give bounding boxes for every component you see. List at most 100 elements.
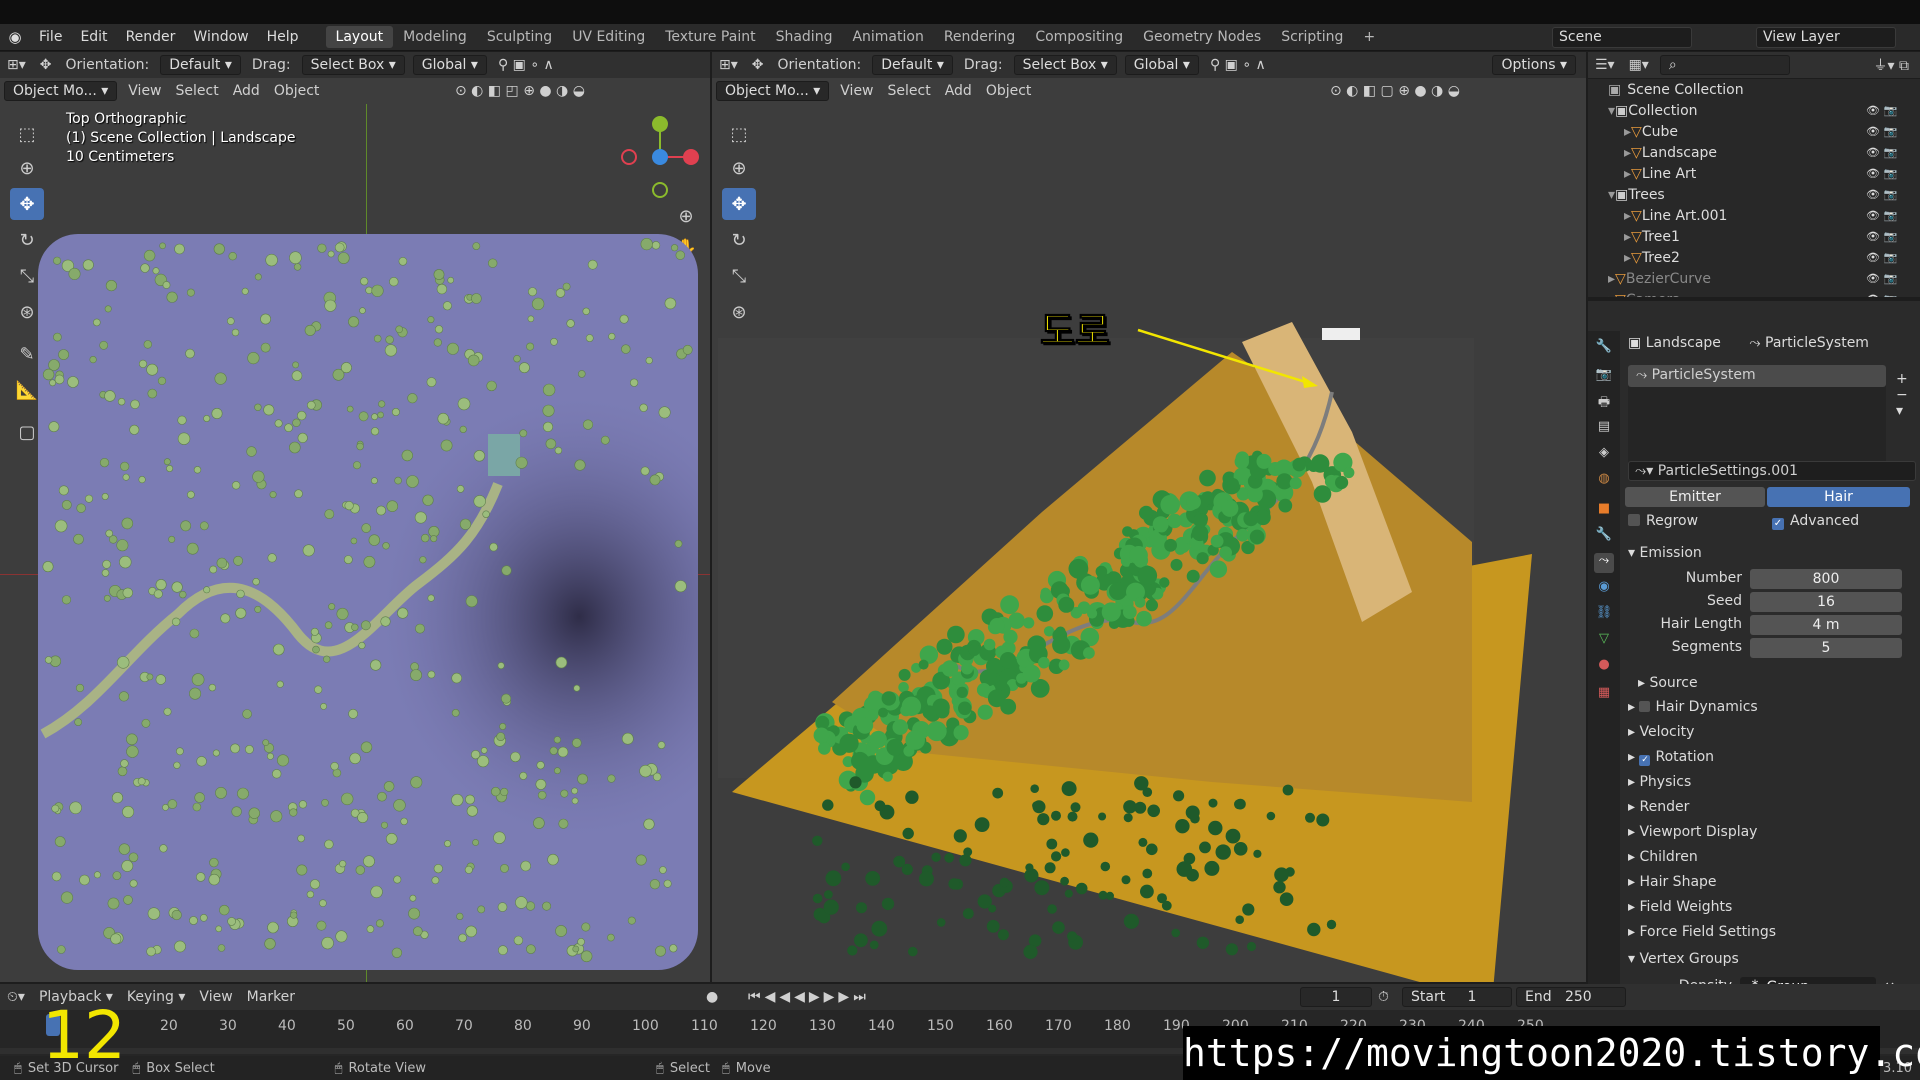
navigation-gizmo[interactable]	[615, 112, 705, 202]
menu-timeline-view[interactable]: View	[192, 989, 239, 1005]
properties-section-header[interactable]: ▸ Velocity	[1628, 724, 1694, 740]
material-tab-icon[interactable]: ●	[1594, 657, 1614, 677]
visibility-toggle-icon[interactable]: 👁 📷	[1866, 167, 1897, 180]
menu-add[interactable]: Add	[226, 83, 267, 99]
visibility-toggle-icon[interactable]: 👁 📷	[1866, 125, 1897, 138]
outliner-scene-collection[interactable]: ▣ Scene Collection	[1608, 79, 1744, 100]
properties-section-header[interactable]: ▸ Hair Shape	[1628, 874, 1717, 890]
outliner-search-field[interactable]: ⌕	[1659, 55, 1790, 75]
transform-orientation-dropdown[interactable]: Global ▾	[1124, 55, 1199, 75]
properties-section-header[interactable]: ▸ Field Weights	[1628, 899, 1732, 915]
tab-modeling[interactable]: Modeling	[393, 26, 477, 48]
move-tool-icon[interactable]: ✥	[722, 188, 756, 220]
list-add-remove-icons[interactable]: + − ▾	[1896, 371, 1908, 419]
properties-section-header[interactable]: ▸ Force Field Settings	[1628, 924, 1776, 940]
view-layer-tab-icon[interactable]: ▤	[1594, 419, 1614, 439]
tab-layout[interactable]: Layout	[325, 26, 394, 48]
expand-chevron-icon[interactable]: ▸	[1608, 271, 1615, 287]
tab-rendering[interactable]: Rendering	[934, 26, 1026, 48]
orientation-dropdown[interactable]: Default ▾	[872, 55, 953, 75]
rotate-tool-icon[interactable]: ↻	[722, 224, 756, 256]
select-box-tool-icon[interactable]: ⬚	[10, 118, 44, 150]
record-icon[interactable]: ●	[706, 989, 718, 1005]
menu-window[interactable]: Window	[184, 29, 257, 45]
tab-texture-paint[interactable]: Texture Paint	[655, 26, 765, 48]
properties-section-header[interactable]: ▸ Hair Dynamics	[1628, 699, 1758, 715]
properties-section-header[interactable]: ▸ Render	[1628, 799, 1689, 815]
right-viewport[interactable]: ⊞▾ ✥ Orientation: Default ▾ Drag: Select…	[712, 52, 1586, 982]
emission-panel-header[interactable]: ▾ Emission	[1628, 545, 1702, 561]
tab-uv-editing[interactable]: UV Editing	[562, 26, 655, 48]
menu-object[interactable]: Object	[267, 83, 327, 99]
source-subpanel-header[interactable]: ▸ Source	[1638, 675, 1698, 691]
particles-tab-icon[interactable]: ⤳	[1594, 553, 1614, 573]
outliner-row[interactable]: ▾ ▣ Collection 👁 📷	[1608, 100, 1898, 121]
left-viewport[interactable]: ⊞▾ ✥ Orientation: Default ▾ Drag: Select…	[0, 52, 710, 982]
visibility-toggle-icon[interactable]: 👁 📷	[1866, 188, 1897, 201]
menu-keying[interactable]: Keying ▾	[120, 989, 193, 1005]
data-tab-icon[interactable]: ▽	[1594, 631, 1614, 651]
outliner-row[interactable]: ▸ ▽ Tree2 👁 📷	[1624, 247, 1898, 268]
expand-chevron-icon[interactable]: ▸	[1624, 229, 1631, 245]
tab-animation[interactable]: Animation	[842, 26, 933, 48]
timeline-type-icon[interactable]: ⏲▾	[0, 989, 32, 1005]
scene-selector[interactable]: Scene	[1552, 27, 1692, 48]
scene-tab-icon[interactable]: ◈	[1594, 445, 1614, 465]
type-emitter-button[interactable]: Emitter	[1625, 487, 1765, 507]
select-box-tool-icon[interactable]: ⬚	[722, 118, 756, 150]
tab-scripting[interactable]: Scripting	[1271, 26, 1353, 48]
collapse-chevron-icon[interactable]: ▾	[1608, 187, 1615, 203]
emission-field-value[interactable]: 800	[1750, 569, 1902, 589]
add-workspace-button[interactable]: +	[1353, 26, 1385, 48]
type-hair-button[interactable]: Hair	[1767, 487, 1910, 507]
regrow-checkbox[interactable]: Regrow	[1628, 513, 1698, 529]
menu-select[interactable]: Select	[881, 83, 938, 99]
end-frame-field[interactable]: End 250	[1516, 987, 1626, 1007]
menu-edit[interactable]: Edit	[71, 29, 116, 45]
cursor-tool-icon[interactable]: ⊕	[10, 152, 44, 184]
outliner-row[interactable]: ▾ ▣ Trees 👁 📷	[1608, 184, 1898, 205]
orientation-dropdown[interactable]: Default ▾	[160, 55, 241, 75]
expand-chevron-icon[interactable]: ▸	[1608, 292, 1615, 298]
emission-field-value[interactable]: 16	[1750, 592, 1902, 612]
visibility-toggle-icon[interactable]: 👁 📷	[1866, 146, 1897, 159]
outliner-row[interactable]: ▸ ▽ Camera 👁 📷	[1608, 289, 1898, 298]
cursor-tool-icon[interactable]: ⊕	[722, 152, 756, 184]
modifier-tab-icon[interactable]: 🔧	[1594, 527, 1614, 547]
texture-tab-icon[interactable]: ▦	[1594, 685, 1614, 705]
visibility-toggle-icon[interactable]: 👁 📷	[1866, 209, 1897, 222]
menu-view[interactable]: View	[121, 83, 168, 99]
mode-dropdown[interactable]: Object Mo... ▾	[4, 81, 118, 101]
particle-settings-field[interactable]: ⤳▾ ParticleSettings.001	[1628, 461, 1916, 481]
emission-field-value[interactable]: 4 m	[1750, 615, 1902, 635]
blender-logo-icon[interactable]: ◉	[0, 28, 30, 46]
properties-section-header[interactable]: ▸ ✓ Rotation	[1628, 749, 1714, 766]
emission-field-value[interactable]: 5	[1750, 638, 1902, 658]
drag-dropdown[interactable]: Select Box ▾	[1013, 55, 1117, 75]
tab-sculpting[interactable]: Sculpting	[477, 26, 562, 48]
visibility-toggle-icon[interactable]: 👁 📷	[1866, 272, 1897, 285]
menu-select[interactable]: Select	[169, 83, 226, 99]
mode-dropdown[interactable]: Object Mo... ▾	[716, 81, 830, 101]
drag-dropdown[interactable]: Select Box ▾	[301, 55, 405, 75]
section-enable-checkbox[interactable]	[1639, 701, 1651, 712]
vertex-groups-panel-header[interactable]: ▾ Vertex Groups	[1628, 951, 1739, 967]
tab-compositing[interactable]: Compositing	[1025, 26, 1133, 48]
zoom-icon[interactable]: ⊕	[672, 200, 700, 232]
menu-view[interactable]: View	[833, 83, 880, 99]
outliner-row[interactable]: ▸ ▽ BezierCurve 👁 📷	[1608, 268, 1898, 289]
outliner-row[interactable]: ▸ ▽ Tree1 👁 📷	[1624, 226, 1898, 247]
menu-file[interactable]: File	[30, 29, 71, 45]
section-enable-checkbox[interactable]: ✓	[1639, 755, 1651, 766]
outliner-row[interactable]: ▸ ▽ Cube 👁 📷	[1624, 121, 1898, 142]
editor-type-icon[interactable]: ⊞▾	[0, 57, 33, 73]
tool-tab-icon[interactable]: 🔧	[1594, 339, 1614, 359]
visibility-toggle-icon[interactable]: 👁 📷	[1866, 104, 1897, 117]
menu-help[interactable]: Help	[258, 29, 308, 45]
transform-move-icon[interactable]: ✥	[33, 57, 59, 73]
render-tab-icon[interactable]: 📷	[1594, 367, 1614, 387]
expand-chevron-icon[interactable]: ▸	[1624, 250, 1631, 266]
visibility-toggle-icon[interactable]: 👁 📷	[1866, 293, 1897, 297]
editor-type-icon[interactable]: ⊞▾	[712, 57, 745, 73]
expand-chevron-icon[interactable]: ▸	[1624, 145, 1631, 161]
